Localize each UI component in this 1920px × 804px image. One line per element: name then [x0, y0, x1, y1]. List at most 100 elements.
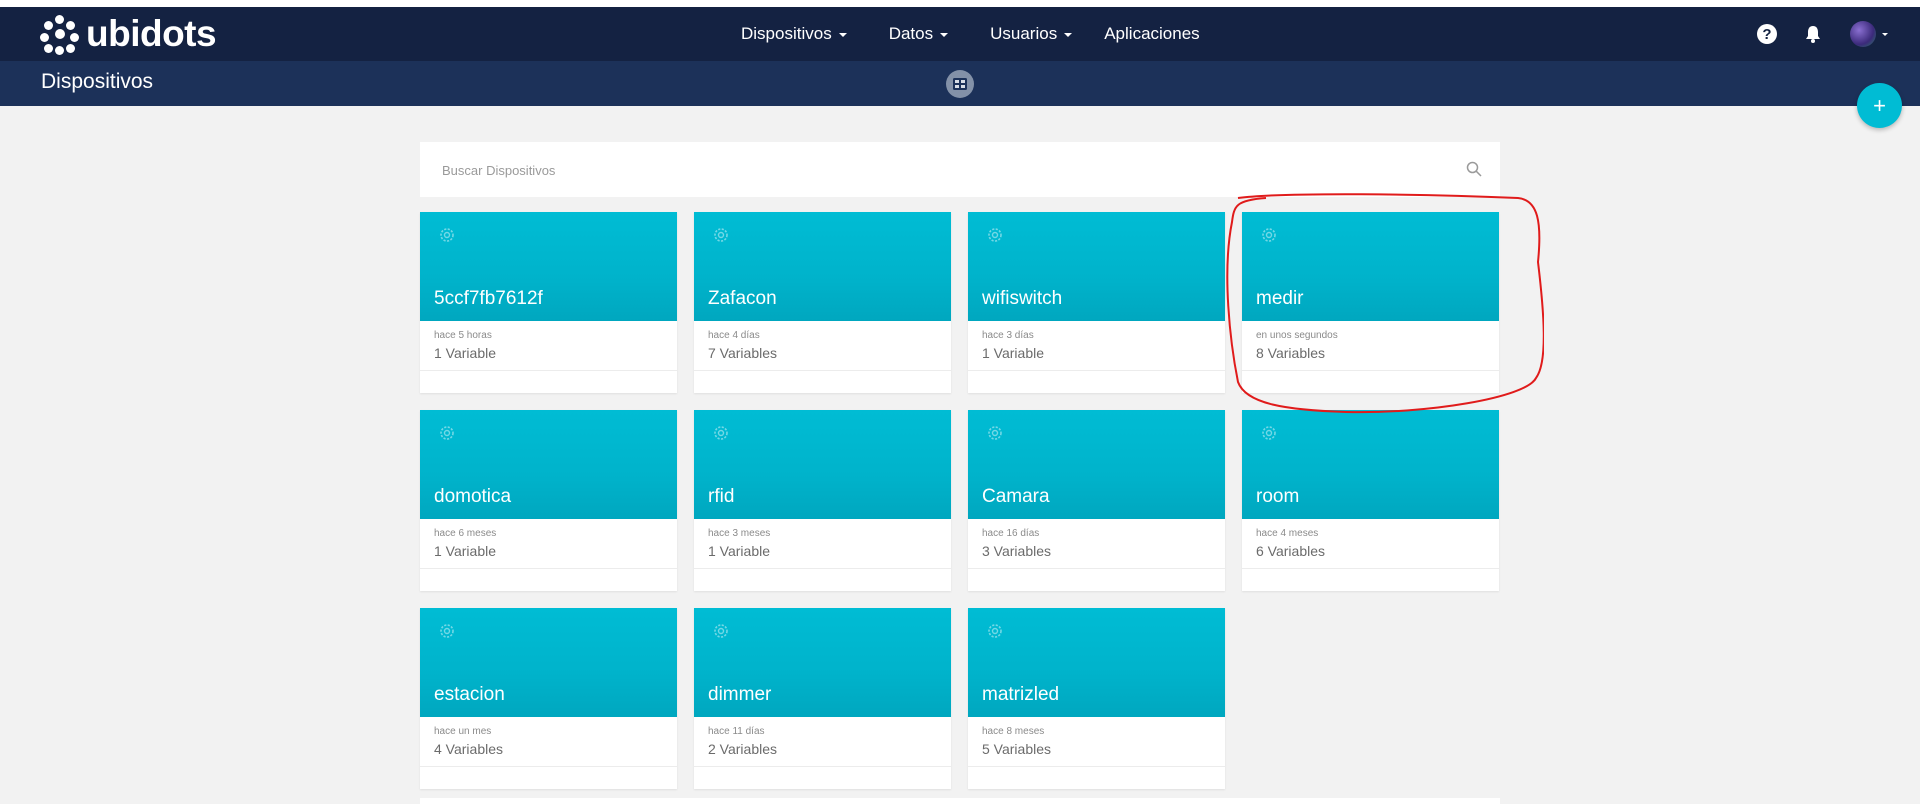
device-card[interactable]: room hace 4 meses 6 Variables	[1242, 410, 1499, 591]
gear-icon	[988, 426, 1002, 440]
gear-icon	[714, 624, 728, 638]
card-divider	[420, 568, 677, 569]
device-card-header: medir	[1242, 212, 1499, 321]
device-card[interactable]: rfid hace 3 meses 1 Variable	[694, 410, 951, 591]
top-strip	[0, 0, 1920, 7]
device-variable-count: 1 Variable	[708, 543, 771, 559]
device-card-header: estacion	[420, 608, 677, 717]
caret-down-icon[interactable]	[1882, 32, 1888, 36]
grid-view-icon[interactable]	[946, 70, 974, 98]
nav-dispositivos[interactable]: Dispositivos	[741, 24, 847, 44]
page-title: Dispositivos	[41, 70, 154, 93]
device-card[interactable]: domotica hace 6 meses 1 Variable	[420, 410, 677, 591]
device-variable-count: 7 Variables	[708, 345, 778, 361]
logo-text: ubidots	[86, 13, 217, 54]
device-card-header: Camara	[968, 410, 1225, 519]
device-card[interactable]: dimmer hace 11 días 2 Variables	[694, 608, 951, 789]
card-divider	[968, 766, 1225, 767]
device-variable-count: 4 Variables	[434, 741, 504, 757]
card-divider	[968, 370, 1225, 371]
gear-icon	[440, 228, 454, 242]
device-last-activity: hace 16 días	[982, 528, 1040, 539]
logo-dots-icon	[40, 14, 80, 55]
device-last-activity: hace un mes	[434, 726, 492, 737]
device-last-activity: hace 4 meses	[1256, 528, 1319, 539]
device-card-header: rfid	[694, 410, 951, 519]
device-card-header: room	[1242, 410, 1499, 519]
nav-datos[interactable]: Datos	[889, 24, 949, 44]
card-divider	[694, 568, 951, 569]
gear-icon	[988, 228, 1002, 242]
avatar[interactable]	[1850, 21, 1876, 47]
device-card-header: 5ccf7fb7612f	[420, 212, 677, 321]
device-last-activity: en unos segundos	[1256, 330, 1338, 341]
gear-icon	[714, 426, 728, 440]
add-device-button[interactable]: +	[1857, 83, 1902, 128]
main-nav: Dispositivos Datos Usuarios Aplicaciones	[741, 7, 1242, 61]
card-divider	[1242, 568, 1499, 569]
card-divider	[1242, 370, 1499, 371]
device-name: wifiswitch	[982, 288, 1063, 309]
nav-label: Dispositivos	[741, 24, 832, 43]
device-variable-count: 6 Variables	[1256, 543, 1326, 559]
device-last-activity: hace 6 meses	[434, 528, 497, 539]
device-last-activity: hace 5 horas	[434, 330, 492, 341]
nav-aplicaciones[interactable]: Aplicaciones	[1104, 24, 1199, 44]
page-header: Dispositivos	[0, 61, 1920, 106]
card-divider	[968, 568, 1225, 569]
device-name: Camara	[982, 486, 1050, 507]
device-name: medir	[1256, 288, 1304, 309]
device-name: matrizled	[982, 684, 1060, 705]
card-divider	[420, 370, 677, 371]
device-card-header: domotica	[420, 410, 677, 519]
next-row-edge	[420, 798, 1500, 804]
nav-label: Aplicaciones	[1104, 24, 1200, 43]
device-card[interactable]: matrizled hace 8 meses 5 Variables	[968, 608, 1225, 789]
device-last-activity: hace 11 días	[708, 726, 765, 737]
device-last-activity: hace 3 días	[982, 330, 1034, 341]
gear-icon	[440, 624, 454, 638]
caret-down-icon	[940, 33, 949, 37]
device-card[interactable]: Camara hace 16 días 3 Variables	[968, 410, 1225, 591]
device-name: domotica	[434, 486, 512, 507]
search-icon[interactable]	[1466, 161, 1482, 177]
card-divider	[694, 766, 951, 767]
gear-icon	[1262, 228, 1276, 242]
card-divider	[420, 766, 677, 767]
device-variable-count: 8 Variables	[1256, 345, 1326, 361]
ubidots-logo[interactable]: ubidots	[40, 13, 217, 55]
device-variable-count: 5 Variables	[982, 741, 1052, 757]
device-card[interactable]: wifiswitch hace 3 días 1 Variable	[968, 212, 1225, 393]
device-variable-count: 3 Variables	[982, 543, 1052, 559]
search-input[interactable]	[440, 158, 1424, 182]
device-variable-count: 1 Variable	[982, 345, 1045, 361]
gear-icon	[1262, 426, 1276, 440]
nav-usuarios[interactable]: Usuarios	[990, 24, 1073, 44]
device-card[interactable]: estacion hace un mes 4 Variables	[420, 608, 677, 789]
device-card[interactable]: 5ccf7fb7612f hace 5 horas 1 Variable	[420, 212, 677, 393]
caret-down-icon	[1064, 33, 1073, 37]
gear-icon	[440, 426, 454, 440]
device-last-activity: hace 3 meses	[708, 528, 771, 539]
bell-icon[interactable]	[1803, 24, 1823, 44]
device-card[interactable]: Zafacon hace 4 días 7 Variables	[694, 212, 951, 393]
gear-icon	[714, 228, 728, 242]
card-divider	[694, 370, 951, 371]
device-name: rfid	[708, 486, 735, 507]
device-card-header: wifiswitch	[968, 212, 1225, 321]
nav-label: Usuarios	[990, 24, 1058, 43]
device-variable-count: 2 Variables	[708, 741, 778, 757]
help-icon[interactable]: ?	[1757, 24, 1777, 44]
device-card[interactable]: medir en unos segundos 8 Variables	[1242, 212, 1499, 393]
device-card-header: Zafacon	[694, 212, 951, 321]
device-search	[420, 142, 1500, 197]
device-last-activity: hace 4 días	[708, 330, 760, 341]
table-icon	[953, 78, 967, 90]
device-name: 5ccf7fb7612f	[434, 288, 543, 309]
device-variable-count: 1 Variable	[434, 345, 497, 361]
device-name: room	[1256, 486, 1300, 507]
device-card-header: dimmer	[694, 608, 951, 717]
navbar: ubidots Dispositivos Datos Usuarios Apli…	[0, 7, 1920, 61]
navbar-actions: ?	[1757, 7, 1888, 61]
caret-down-icon	[838, 33, 847, 37]
